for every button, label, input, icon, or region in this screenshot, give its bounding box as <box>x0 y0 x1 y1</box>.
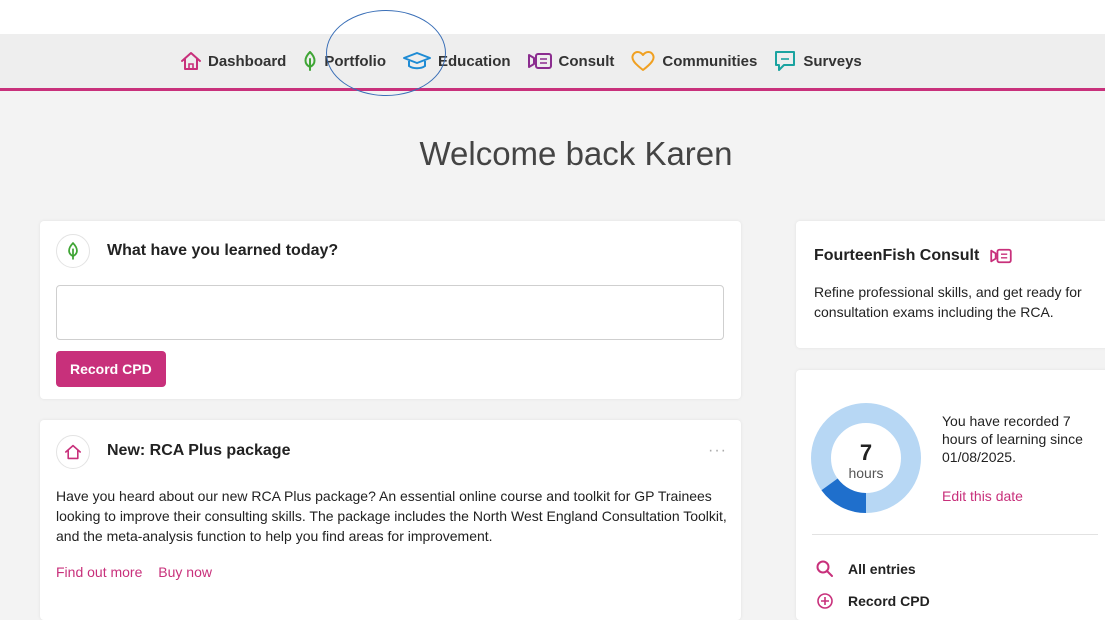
consult-title-text: FourteenFish Consult <box>814 247 980 264</box>
nav-label: Consult <box>558 52 615 70</box>
leaf-icon <box>304 51 316 71</box>
record-cpd-button[interactable]: Record CPD <box>56 351 166 387</box>
hours-value: 7 <box>860 440 872 465</box>
news-links: Find out more Buy now <box>56 564 224 580</box>
hours-unit: hours <box>848 465 883 481</box>
consult-icon <box>990 248 1012 264</box>
consult-description: Refine professional skills, and get read… <box>814 284 1082 320</box>
annotation-circle <box>326 10 446 96</box>
consult-card: FourteenFish Consult Refine professional… <box>796 221 1105 348</box>
consult-icon <box>527 53 552 69</box>
hours-donut-chart: 7 hours <box>811 403 921 513</box>
all-entries-label: All entries <box>848 561 916 577</box>
plus-circle-icon <box>817 593 833 609</box>
news-card: New: RCA Plus package ··· Have you heard… <box>40 420 741 620</box>
nav-label: Dashboard <box>208 52 287 70</box>
top-whitespace <box>0 0 1105 34</box>
divider <box>812 534 1098 535</box>
cpd-input[interactable] <box>56 285 724 340</box>
hours-summary: You have recorded 7 hours of learning si… <box>942 413 1083 465</box>
buy-now-link[interactable]: Buy now <box>158 564 212 580</box>
chat-icon <box>775 51 796 71</box>
consult-card-title: FourteenFish Consult <box>814 247 1013 265</box>
welcome-heading: Welcome back Karen <box>419 135 733 172</box>
record-cpd-link[interactable]: Record CPD <box>816 592 930 610</box>
news-card-title: New: RCA Plus package <box>107 442 291 459</box>
nav-label: Surveys <box>803 52 862 70</box>
nav-item-surveys[interactable]: Surveys <box>773 50 862 72</box>
edit-date-link[interactable]: Edit this date <box>942 488 1023 504</box>
news-description: Have you heard about our new RCA Plus pa… <box>56 488 727 544</box>
cpd-card-icon <box>56 234 90 268</box>
news-card-icon <box>56 435 90 469</box>
heart-icon <box>631 51 655 71</box>
cpd-card-title: What have you learned today? <box>107 242 339 259</box>
search-icon <box>816 560 833 577</box>
cpd-card: What have you learned today? Record CPD <box>40 221 741 399</box>
nav-item-dashboard[interactable]: Dashboard <box>180 51 286 71</box>
house-icon <box>65 444 81 460</box>
leaf-icon <box>68 242 78 260</box>
more-options-icon[interactable]: ··· <box>708 442 727 460</box>
nav-label: Education <box>438 52 511 70</box>
nav-item-communities[interactable]: Communities <box>630 50 757 72</box>
main-nav: Dashboard Portfolio Education Consult Co… <box>0 34 1105 91</box>
house-icon <box>181 52 201 70</box>
find-out-more-link[interactable]: Find out more <box>56 564 142 580</box>
all-entries-link[interactable]: All entries <box>816 560 916 578</box>
record-cpd-label: Record CPD <box>848 593 930 609</box>
nav-label: Communities <box>662 52 758 70</box>
nav-item-consult[interactable]: Consult <box>527 52 615 70</box>
hours-card: 7 hours You have recorded 7 hours of lea… <box>796 370 1105 620</box>
